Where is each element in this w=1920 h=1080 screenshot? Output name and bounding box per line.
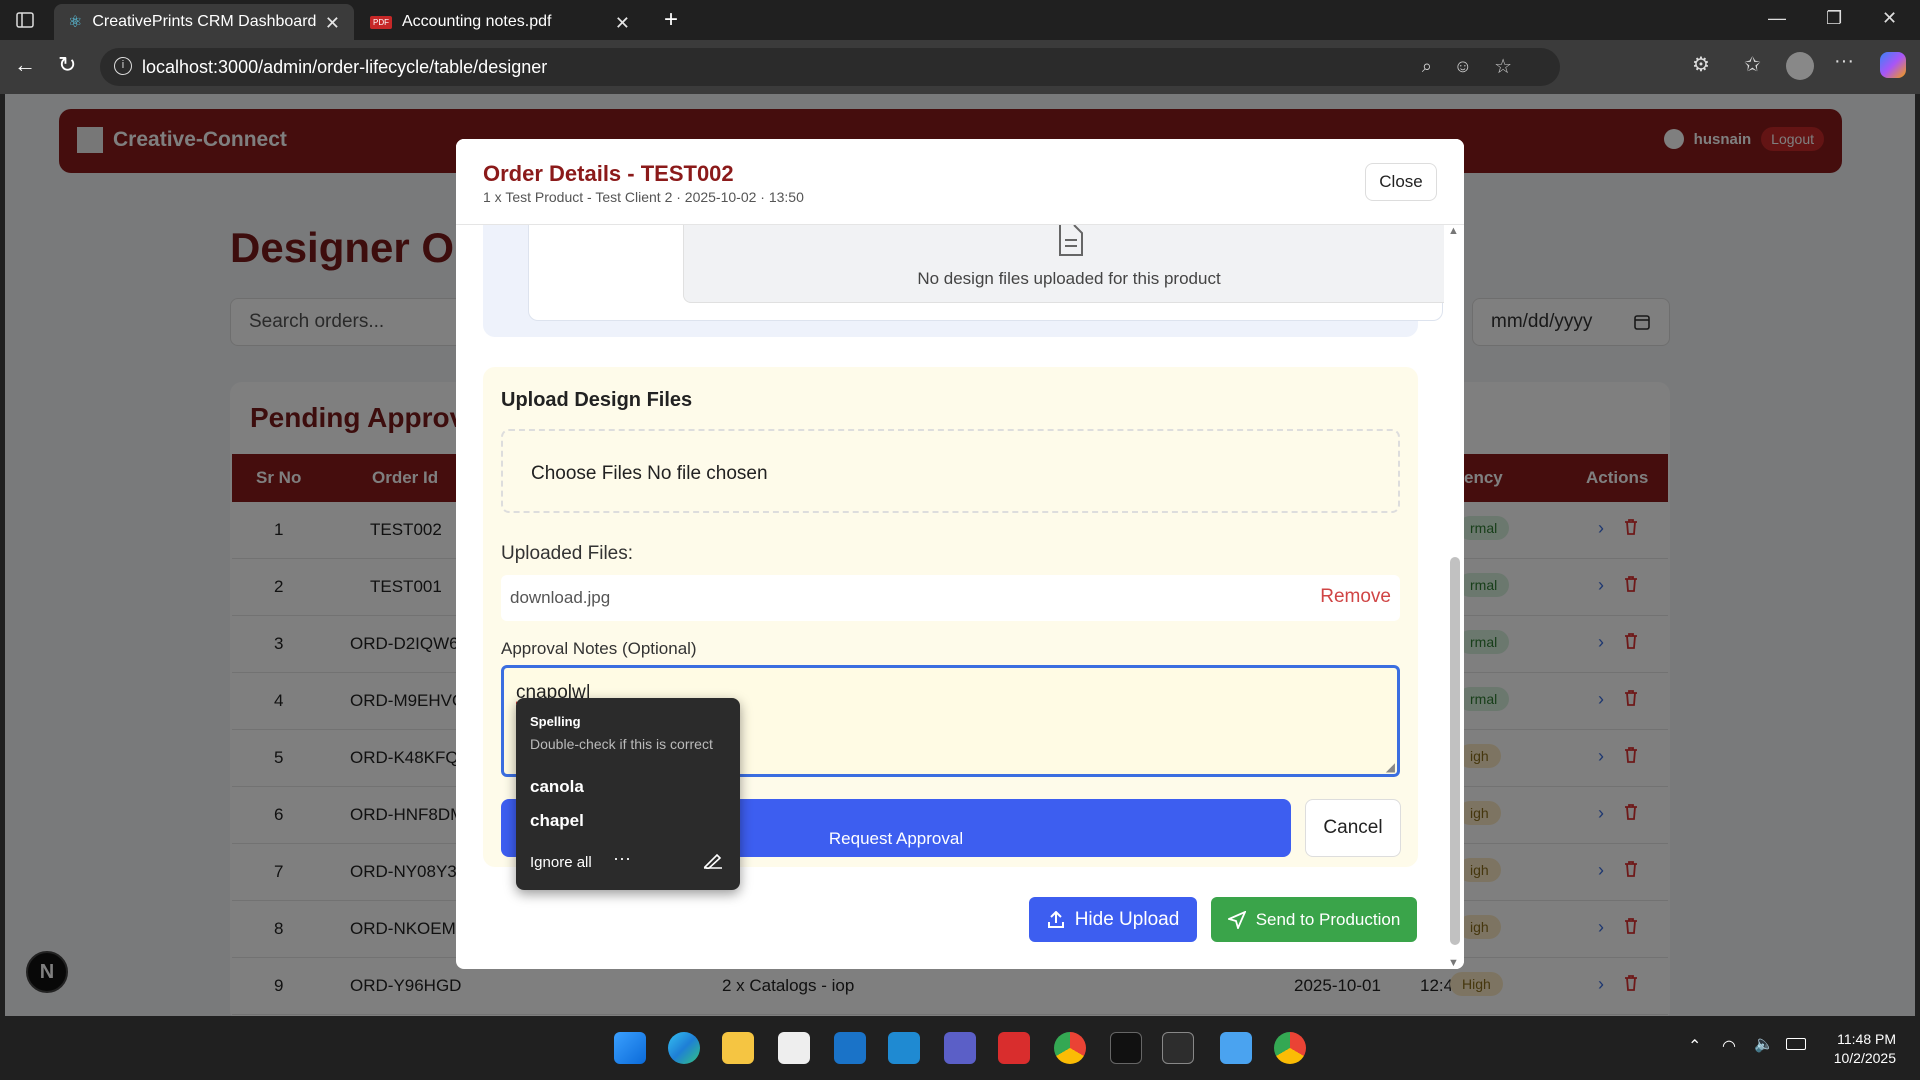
battery-icon[interactable] [1786, 1038, 1806, 1050]
chrome-profile-icon[interactable] [1274, 1032, 1306, 1064]
scroll-up-icon[interactable]: ▲ [1448, 225, 1459, 237]
close-window-icon[interactable]: ✕ [1882, 8, 1897, 29]
scrollbar-thumb[interactable] [1450, 557, 1460, 945]
reader-icon[interactable]: ☺ [1454, 56, 1472, 77]
restore-icon[interactable]: ❐ [1826, 8, 1842, 29]
modal-title: Order Details - TEST002 [483, 161, 734, 186]
store-icon[interactable] [778, 1032, 810, 1064]
react-icon: ⚛ [68, 14, 83, 31]
notepad-icon[interactable] [1220, 1032, 1252, 1064]
site-info-icon[interactable]: i [114, 57, 132, 75]
favorites-icon[interactable]: ✩ [1744, 52, 1761, 77]
clock-date: 10/2/2025 [1833, 1050, 1896, 1066]
upload-title: Upload Design Files [501, 389, 693, 411]
upload-icon [1047, 910, 1065, 929]
tab-label: Accounting notes.pdf [402, 13, 552, 30]
send-label: Send to Production [1255, 909, 1401, 929]
document-icon [1058, 225, 1084, 257]
spellcheck-popup: Spelling Double-check if this is correct… [516, 698, 740, 890]
scroll-down-icon[interactable]: ▼ [1448, 957, 1459, 969]
hide-upload-button[interactable]: Hide Upload [1029, 897, 1197, 942]
more-options-icon[interactable]: ··· [613, 848, 631, 869]
teams-icon[interactable] [944, 1032, 976, 1064]
uploaded-file-row: download.jpg Remove [501, 575, 1400, 621]
tab-crm-dashboard[interactable]: ⚛ CreativePrints CRM Dashboard ✕ [54, 4, 354, 40]
tab-accounting-notes[interactable]: PDF Accounting notes.pdf ✕ [356, 4, 644, 40]
no-files-box: No design files uploaded for this produc… [683, 225, 1455, 303]
cancel-button[interactable]: Cancel [1305, 799, 1401, 857]
file-explorer-icon[interactable] [722, 1032, 754, 1064]
volume-icon[interactable]: 🔈 [1754, 1034, 1774, 1054]
wifi-icon[interactable]: ◠ [1722, 1036, 1736, 1056]
url-text: localhost:3000/admin/order-lifecycle/tab… [142, 56, 548, 77]
modal-subtitle: 1 x Test Product - Test Client 2 · 2025-… [483, 189, 804, 205]
suggestion-canola[interactable]: canola [530, 777, 584, 797]
resize-handle-icon[interactable]: ◢ [1386, 760, 1395, 774]
browser-title-bar: ⚛ CreativePrints CRM Dashboard ✕ PDF Acc… [0, 0, 1920, 40]
clock-time: 11:48 PM [1837, 1031, 1896, 1047]
address-bar[interactable]: i localhost:3000/admin/order-lifecycle/t… [100, 48, 1560, 86]
modal-header: Order Details - TEST002 1 x Test Product… [456, 139, 1464, 225]
tab-label: CreativePrints CRM Dashboard [92, 13, 317, 30]
pdf-icon: PDF [370, 15, 392, 29]
browser-toolbar: ← ↻ i localhost:3000/admin/order-lifecyc… [0, 40, 1920, 94]
extensions-icon[interactable]: ⚙ [1692, 52, 1710, 77]
terminal-icon[interactable] [1162, 1032, 1194, 1064]
suggestion-chapel[interactable]: chapel [530, 811, 584, 831]
minimize-icon[interactable]: — [1768, 8, 1786, 29]
back-icon[interactable]: ← [14, 52, 36, 78]
close-button[interactable]: Close [1365, 163, 1437, 201]
uploaded-files-label: Uploaded Files: [501, 543, 634, 564]
refresh-icon[interactable]: ↻ [58, 52, 76, 78]
remove-file-button[interactable]: Remove [1320, 586, 1391, 608]
product-section: No design files uploaded for this produc… [483, 225, 1455, 337]
app-cube-icon[interactable] [1110, 1032, 1142, 1064]
close-tab-icon[interactable]: ✕ [325, 13, 340, 34]
vscode-icon[interactable] [888, 1032, 920, 1064]
spell-hint: Double-check if this is correct [530, 736, 713, 752]
ignore-all-button[interactable]: Ignore all [530, 854, 592, 871]
send-icon [1227, 910, 1246, 929]
copilot-icon[interactable] [1880, 52, 1906, 78]
product-card: No design files uploaded for this produc… [528, 225, 1455, 321]
no-files-text: No design files uploaded for this produc… [917, 269, 1221, 288]
hide-upload-label: Hide Upload [1074, 908, 1180, 930]
wps-office-icon[interactable] [998, 1032, 1030, 1064]
windows-taskbar: ⌃ ◠ 🔈 11:48 PM 10/2/2025 [0, 1016, 1920, 1080]
uploaded-file-name: download.jpg [510, 588, 611, 607]
file-input[interactable]: Choose Files No file chosen [501, 429, 1400, 513]
edge-icon[interactable] [668, 1032, 700, 1064]
spell-heading: Spelling [530, 714, 581, 729]
start-icon[interactable] [614, 1032, 646, 1064]
new-tab-icon[interactable]: + [664, 6, 678, 34]
chrome-icon[interactable] [1054, 1032, 1086, 1064]
sidebar-toggle-icon[interactable] [16, 12, 34, 28]
approval-notes-label: Approval Notes (Optional) [501, 639, 697, 658]
close-tab-icon[interactable]: ✕ [615, 13, 630, 34]
outlook-icon[interactable] [834, 1032, 866, 1064]
send-to-production-button[interactable]: Send to Production [1211, 897, 1417, 942]
zoom-icon[interactable]: ⌕ [1422, 56, 1432, 77]
system-clock[interactable]: 11:48 PM 10/2/2025 [1834, 1030, 1896, 1068]
favorite-star-icon[interactable]: ☆ [1494, 54, 1512, 79]
more-menu-icon[interactable]: ··· [1834, 50, 1854, 73]
tray-chevron-icon[interactable]: ⌃ [1688, 1036, 1701, 1056]
profile-avatar-icon[interactable] [1786, 52, 1814, 80]
rewrite-pen-icon[interactable] [703, 851, 723, 869]
